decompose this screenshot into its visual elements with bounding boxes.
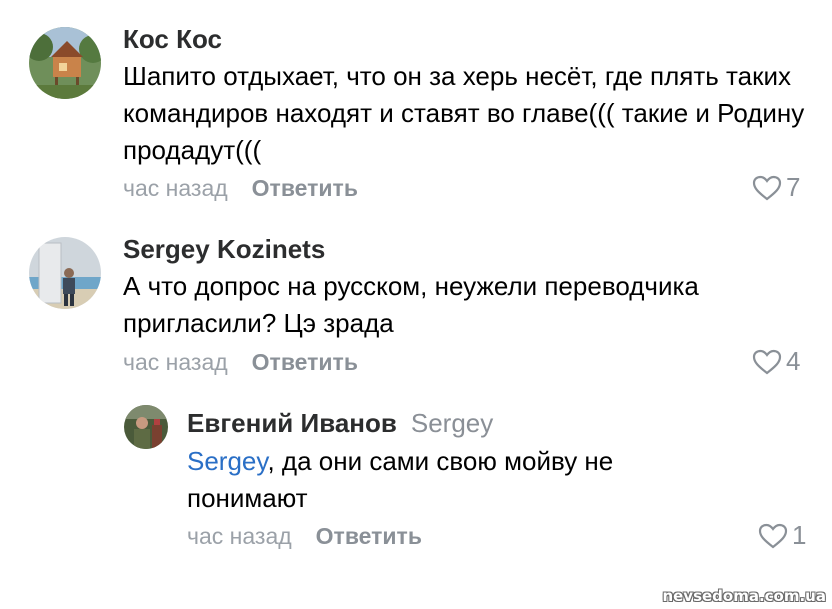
reply-button[interactable]: Ответить [316, 523, 422, 549]
comment-text: Sergey, да они сами свою мойву не понима… [187, 443, 707, 517]
like-button[interactable]: 1 [758, 520, 806, 551]
comment-author[interactable]: Евгений Иванов Sergey [187, 408, 493, 439]
heart-outline-icon [758, 523, 788, 549]
comment-reply: Евгений Иванов Sergey Sergey, да они сами… [0, 0, 832, 580]
watermark: nevsedoma.com.ua [662, 587, 826, 605]
like-count: 1 [792, 520, 807, 550]
comment-time: час назад [187, 523, 292, 549]
mention-link[interactable]: Sergey [187, 446, 267, 476]
avatar[interactable] [124, 405, 168, 449]
comment-meta: час назад Ответить [187, 523, 422, 550]
author-name[interactable]: Евгений Иванов [187, 408, 397, 438]
reply-to-name[interactable]: Sergey [411, 408, 493, 438]
